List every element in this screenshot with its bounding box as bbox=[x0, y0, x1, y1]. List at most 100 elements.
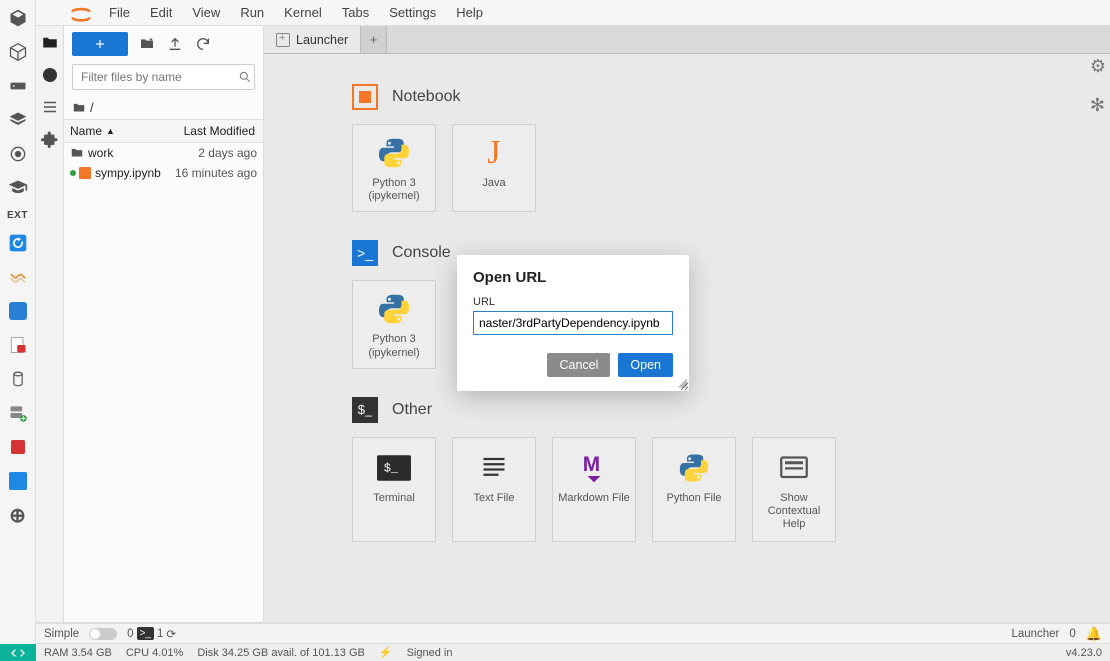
sidetab-running[interactable] bbox=[41, 66, 59, 84]
svg-text:$_: $_ bbox=[384, 461, 399, 475]
sidetab-commands[interactable] bbox=[41, 98, 59, 116]
open-button[interactable]: Open bbox=[618, 353, 673, 377]
new-folder-icon[interactable] bbox=[138, 35, 156, 53]
footer-version: v4.23.0 bbox=[1066, 647, 1102, 659]
shield-icon[interactable] bbox=[6, 435, 30, 459]
bug-icon[interactable]: ✻ bbox=[1090, 95, 1106, 116]
file-browser: / Name▲ Last Modified work 2 days ago bbox=[64, 26, 264, 622]
simple-toggle[interactable] bbox=[89, 628, 117, 640]
terminal-icon: $_ bbox=[376, 450, 412, 486]
sort-asc-icon: ▲ bbox=[106, 126, 115, 136]
top-menu: File Edit View Run Kernel Tabs Settings … bbox=[36, 0, 1110, 26]
layers-icon[interactable] bbox=[6, 108, 30, 132]
textfile-icon bbox=[476, 450, 512, 486]
simple-label: Simple bbox=[44, 628, 79, 640]
remote-indicator[interactable] bbox=[0, 644, 36, 661]
tab-launcher[interactable]: Launcher bbox=[264, 26, 361, 53]
running-dot-icon bbox=[70, 170, 76, 176]
menu-help[interactable]: Help bbox=[447, 3, 492, 22]
file-row-notebook[interactable]: sympy.ipynb 16 minutes ago bbox=[64, 163, 263, 183]
menu-tabs[interactable]: Tabs bbox=[333, 3, 378, 22]
menu-run[interactable]: Run bbox=[231, 3, 273, 22]
bell-icon[interactable]: 🔔 bbox=[1086, 626, 1102, 642]
jupyter-logo bbox=[68, 6, 94, 22]
tile-python3-notebook[interactable]: Python 3 (ipykernel) bbox=[352, 124, 436, 212]
notebook-icon bbox=[79, 167, 91, 179]
resize-grip-icon[interactable]: ◢ bbox=[678, 375, 687, 389]
outline-cube-icon[interactable] bbox=[6, 40, 30, 64]
footer-disk: Disk 34.25 GB avail. of 101.13 GB bbox=[197, 647, 365, 659]
tile-terminal[interactable]: $_ Terminal bbox=[352, 437, 436, 543]
open-url-dialog: Open URL URL Cancel Open ◢ bbox=[457, 255, 689, 391]
squiggle-icon[interactable] bbox=[6, 265, 30, 289]
refresh-files-icon[interactable] bbox=[194, 35, 212, 53]
file-modified: 2 days ago bbox=[162, 146, 257, 160]
menu-edit[interactable]: Edit bbox=[141, 3, 181, 22]
vscode-icon[interactable] bbox=[6, 469, 30, 493]
upload-icon[interactable] bbox=[166, 35, 184, 53]
section-title: Other bbox=[392, 401, 432, 419]
folder-icon bbox=[72, 101, 86, 115]
help-icon bbox=[776, 450, 812, 486]
plug-icon: ⚡ bbox=[379, 646, 393, 659]
section-other: $_ Other $_ Terminal bbox=[352, 397, 1110, 543]
tile-text-file[interactable]: Text File bbox=[452, 437, 536, 543]
dialog-title: Open URL bbox=[473, 269, 673, 286]
kernel-count[interactable]: 0 >_ 1 ⟳ bbox=[127, 627, 176, 641]
ext-label[interactable]: EXT bbox=[7, 210, 28, 221]
tile-contextual-help[interactable]: Show Contextual Help bbox=[752, 437, 836, 543]
activity-bar: EXT ⊕ bbox=[0, 0, 36, 661]
section-notebook: Notebook Python 3 (ipykernel) J bbox=[352, 84, 1110, 212]
menu-kernel[interactable]: Kernel bbox=[275, 3, 331, 22]
python-icon bbox=[376, 135, 412, 171]
sidetab-folder[interactable] bbox=[41, 34, 59, 52]
markdown-icon: M bbox=[576, 450, 612, 486]
db-icon[interactable] bbox=[6, 367, 30, 391]
file-table-header: Name▲ Last Modified bbox=[64, 119, 263, 143]
cube-icon[interactable] bbox=[6, 6, 30, 30]
section-title: Console bbox=[392, 244, 451, 262]
tile-python3-console[interactable]: Python 3 (ipykernel) bbox=[352, 280, 436, 368]
file-name: sympy.ipynb bbox=[95, 166, 161, 180]
side-tabs bbox=[36, 26, 64, 622]
file-row-folder[interactable]: work 2 days ago bbox=[64, 143, 263, 163]
menu-file[interactable]: File bbox=[100, 3, 139, 22]
refresh-icon[interactable] bbox=[6, 231, 30, 255]
doc-icon[interactable] bbox=[6, 299, 30, 323]
url-input[interactable] bbox=[473, 311, 673, 335]
tab-bar: Launcher + bbox=[264, 26, 1110, 54]
notebook-section-icon bbox=[352, 84, 378, 110]
breadcrumb[interactable]: / bbox=[64, 96, 263, 119]
graduation-icon[interactable] bbox=[6, 176, 30, 200]
right-rail: ⚙ ✻ bbox=[1090, 56, 1106, 116]
tile-markdown-file[interactable]: M Markdown File bbox=[552, 437, 636, 543]
file-filter-input[interactable] bbox=[79, 69, 238, 85]
col-modified[interactable]: Last Modified bbox=[168, 120, 263, 142]
add-circle-icon[interactable]: ⊕ bbox=[6, 503, 30, 527]
file-filter[interactable] bbox=[72, 64, 255, 90]
tile-label: Terminal bbox=[373, 492, 415, 505]
footer-bar: RAM 3.54 GB CPU 4.01% Disk 34.25 GB avai… bbox=[36, 643, 1110, 661]
sidetab-extensions[interactable] bbox=[41, 130, 59, 148]
red-badge-icon[interactable] bbox=[6, 333, 30, 357]
tile-python-file[interactable]: Python File bbox=[652, 437, 736, 543]
add-tab-button[interactable]: + bbox=[361, 26, 387, 53]
breadcrumb-root: / bbox=[90, 100, 94, 115]
tile-label: Java bbox=[482, 177, 505, 190]
col-name[interactable]: Name▲ bbox=[64, 120, 168, 142]
file-name: work bbox=[88, 146, 113, 160]
menu-view[interactable]: View bbox=[183, 3, 229, 22]
target-icon[interactable] bbox=[6, 142, 30, 166]
tile-label: Python File bbox=[666, 492, 721, 505]
gear-icon[interactable]: ⚙ bbox=[1090, 56, 1106, 77]
footer-signed: Signed in bbox=[407, 647, 453, 659]
new-launcher-button[interactable] bbox=[72, 32, 128, 56]
tile-java-notebook[interactable]: J Java bbox=[452, 124, 536, 212]
cancel-button[interactable]: Cancel bbox=[547, 353, 610, 377]
server-plus-icon[interactable] bbox=[6, 401, 30, 425]
menu-settings[interactable]: Settings bbox=[380, 3, 445, 22]
launcher-tab-icon bbox=[276, 33, 290, 47]
drive-icon[interactable] bbox=[6, 74, 30, 98]
status-right-label: Launcher bbox=[1011, 628, 1059, 640]
dialog-url-label: URL bbox=[473, 296, 673, 308]
